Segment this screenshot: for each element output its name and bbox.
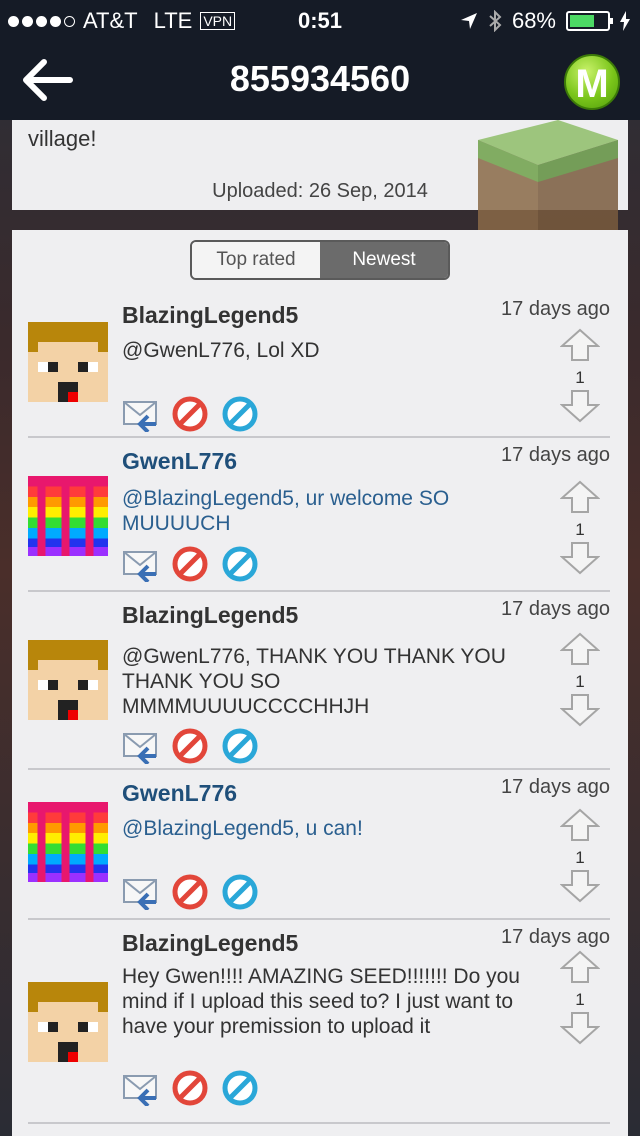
reply-mail-icon[interactable]: [122, 1070, 158, 1106]
comment-actions: [122, 1070, 258, 1106]
vote-control: 1: [559, 328, 601, 428]
downvote-arrow-icon[interactable]: [559, 693, 601, 727]
comment-text: Hey Gwen!!!! AMAZING SEED!!!!!!! Do you …: [122, 965, 520, 1038]
avatar[interactable]: [28, 640, 108, 720]
comment-actions: [122, 546, 258, 582]
vote-count: 1: [575, 990, 585, 1009]
avatar[interactable]: [28, 322, 108, 402]
vote-count: 1: [575, 672, 585, 691]
comment-text: @BlazingLegend5, u can!: [122, 817, 363, 840]
comment-time: 17 days ago: [501, 776, 610, 798]
location-arrow-icon: [460, 13, 477, 29]
app-logo-button[interactable]: M: [564, 54, 620, 110]
report-icon[interactable]: [172, 396, 208, 432]
comment-text: @BlazingLegend5, ur welcome SO MUUUUCH: [122, 487, 450, 535]
comment-text: @GwenL776, Lol XD: [122, 339, 320, 362]
status-right: 68%: [460, 8, 630, 34]
downvote-arrow-icon[interactable]: [559, 869, 601, 903]
avatar[interactable]: [28, 982, 108, 1062]
reply-mail-icon[interactable]: [122, 728, 158, 764]
avatar[interactable]: [28, 476, 108, 556]
reply-mail-icon[interactable]: [122, 546, 158, 582]
comment-time: 17 days ago: [501, 926, 610, 948]
report-icon[interactable]: [172, 546, 208, 582]
tab-top-rated[interactable]: Top rated: [192, 242, 320, 278]
comment-row: BlazingLegend5 17 days ago @GwenL776, TH…: [28, 592, 610, 770]
report-icon[interactable]: [172, 728, 208, 764]
block-icon[interactable]: [222, 728, 258, 764]
comment-actions: [122, 396, 258, 432]
vote-control: 1: [559, 632, 601, 732]
battery-percent: 68%: [511, 8, 556, 33]
downvote-arrow-icon[interactable]: [559, 1011, 601, 1045]
report-icon[interactable]: [172, 874, 208, 910]
nav-bar: 855934560 M: [0, 40, 640, 120]
downvote-arrow-icon[interactable]: [559, 389, 601, 423]
tab-newest[interactable]: Newest: [320, 242, 448, 278]
page-title: 855934560: [229, 58, 411, 99]
comment-text: @GwenL776, THANK YOU THANK YOU THANK YOU…: [122, 645, 506, 718]
comment-row: GwenL776 17 days ago @BlazingLegend5, ur…: [28, 438, 610, 592]
vote-count: 1: [575, 520, 585, 539]
comment-author[interactable]: BlazingLegend5: [122, 302, 298, 329]
comment-row: GwenL776 17 days ago @BlazingLegend5, u …: [28, 770, 610, 920]
comment-row: BlazingLegend5 17 days ago @GwenL776, Lo…: [28, 292, 610, 438]
comment-row: BlazingLegend5 17 days ago Hey Gwen!!!! …: [28, 920, 610, 1124]
upvote-arrow-icon[interactable]: [559, 328, 601, 362]
block-icon[interactable]: [222, 874, 258, 910]
comment-time: 17 days ago: [501, 598, 610, 620]
report-icon[interactable]: [172, 1070, 208, 1106]
seed-description: village!: [28, 126, 97, 151]
vote-count: 1: [575, 848, 585, 867]
comment-author[interactable]: GwenL776: [122, 780, 237, 807]
bluetooth-icon: [489, 10, 502, 32]
block-icon[interactable]: [222, 546, 258, 582]
upvote-arrow-icon[interactable]: [559, 632, 601, 666]
avatar[interactable]: [28, 802, 108, 882]
vote-control: 1: [559, 950, 601, 1050]
comment-author[interactable]: BlazingLegend5: [122, 602, 298, 629]
sort-segmented-control: Top rated Newest: [190, 240, 450, 280]
battery-icon: [566, 11, 613, 31]
upvote-arrow-icon[interactable]: [559, 950, 601, 984]
block-icon[interactable]: [222, 396, 258, 432]
comments-panel: Top rated Newest BlazingLegend5 17 days …: [12, 230, 628, 1136]
upvote-arrow-icon[interactable]: [559, 808, 601, 842]
vote-control: 1: [559, 808, 601, 908]
status-bar: AT&T LTE VPN 0:51 68%: [0, 0, 640, 40]
reply-mail-icon[interactable]: [122, 396, 158, 432]
comment-actions: [122, 728, 258, 764]
comment-time: 17 days ago: [501, 444, 610, 466]
block-icon[interactable]: [222, 1070, 258, 1106]
comment-author[interactable]: BlazingLegend5: [122, 930, 298, 957]
downvote-arrow-icon[interactable]: [559, 541, 601, 575]
reply-mail-icon[interactable]: [122, 874, 158, 910]
comment-time: 17 days ago: [501, 298, 610, 320]
comment-author[interactable]: GwenL776: [122, 448, 237, 475]
vote-count: 1: [575, 368, 585, 387]
charging-icon: [620, 11, 630, 31]
vote-control: 1: [559, 480, 601, 580]
comment-actions: [122, 874, 258, 910]
upvote-arrow-icon[interactable]: [559, 480, 601, 514]
